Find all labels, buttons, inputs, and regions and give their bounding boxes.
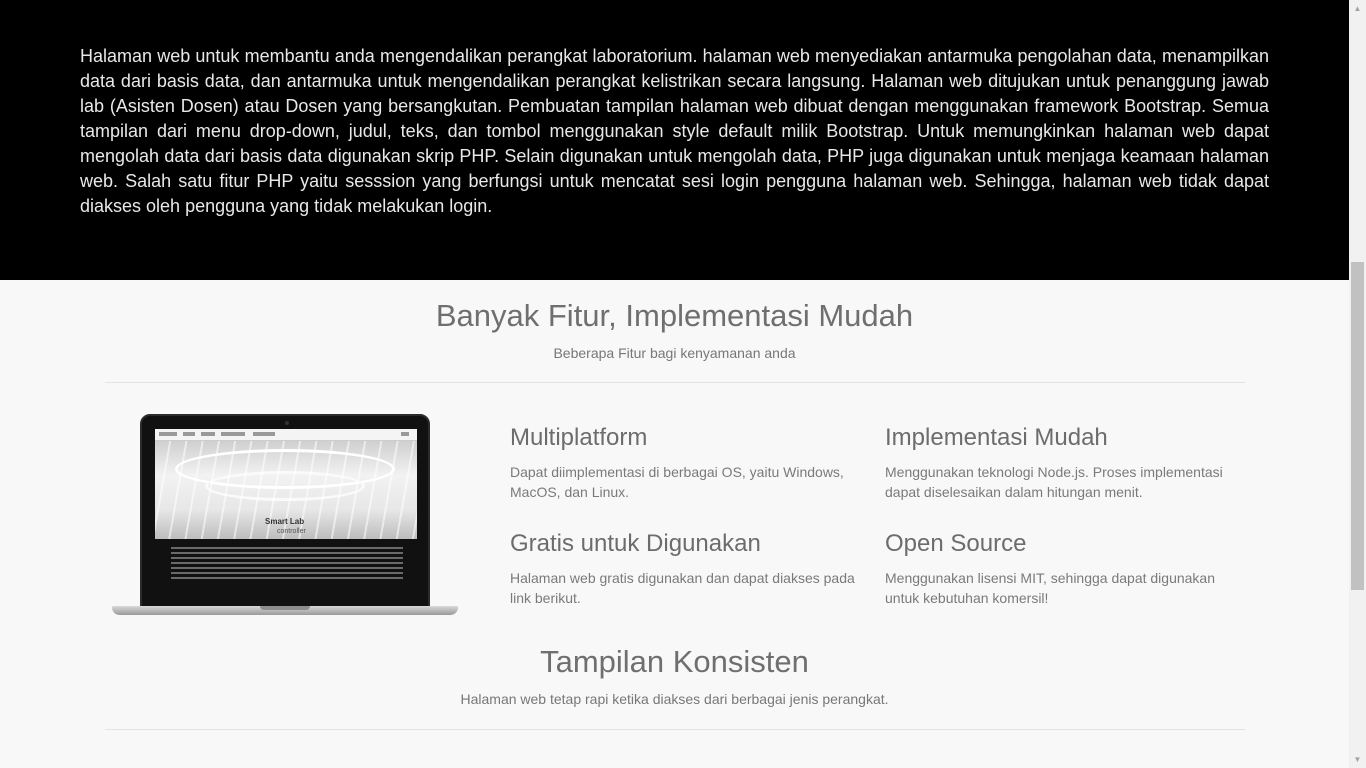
- laptop-mockup-image: Smart Lab controller: [112, 414, 458, 620]
- intro-paragraph: Halaman web untuk membantu anda mengenda…: [80, 46, 1269, 216]
- feature-title: Open Source: [885, 530, 1027, 557]
- feature-text: Menggunakan lisensi MIT, sehingga dapat …: [885, 570, 1216, 606]
- consistent-title: Tampilan Konsisten: [540, 644, 809, 679]
- scroll-up-icon[interactable]: ▲: [1349, 0, 1366, 17]
- consistent-divider: [105, 729, 1245, 730]
- intro-section: Halaman web untuk membantu anda mengenda…: [0, 0, 1349, 280]
- feature-implementasi-mudah: Implementasi Mudah Menggunakan teknologi…: [885, 424, 1235, 502]
- features-subtitle: Beberapa Fitur bagi kenyamanan anda: [553, 345, 796, 361]
- feature-gratis: Gratis untuk Digunakan Halaman web grati…: [510, 530, 860, 608]
- vertical-scrollbar[interactable]: ▲ ▼: [1349, 0, 1366, 768]
- feature-text: Halaman web gratis digunakan dan dapat d…: [510, 570, 855, 606]
- laptop-lid: Smart Lab controller: [140, 414, 430, 608]
- screen-title: Smart Lab: [265, 517, 305, 526]
- screen-text-block: [155, 539, 417, 595]
- feature-title: Implementasi Mudah: [885, 424, 1108, 451]
- feature-open-source: Open Source Menggunakan lisensi MIT, seh…: [885, 530, 1235, 608]
- feature-multiplatform: Multiplatform Dapat diimplementasi di be…: [510, 424, 860, 502]
- feature-title: Multiplatform: [510, 424, 648, 451]
- camera-icon: [285, 421, 289, 425]
- scrollbar-thumb[interactable]: [1351, 262, 1364, 590]
- screen-hero-image: Smart Lab controller: [155, 441, 417, 539]
- laptop-screen: Smart Lab controller: [155, 429, 417, 595]
- feature-text: Dapat diimplementasi di berbagai OS, yai…: [510, 464, 844, 500]
- feature-title: Gratis untuk Digunakan: [510, 530, 761, 557]
- consistent-subtitle: Halaman web tetap rapi ketika diakses da…: [460, 691, 889, 707]
- scroll-down-icon[interactable]: ▼: [1349, 751, 1366, 768]
- features-title: Banyak Fitur, Implementasi Mudah: [435, 298, 914, 333]
- feature-text: Menggunakan teknologi Node.js. Proses im…: [885, 464, 1223, 500]
- screen-navbar: [155, 429, 417, 441]
- features-divider: [105, 382, 1245, 383]
- laptop-notch: [260, 606, 310, 610]
- screen-subtitle: controller: [277, 528, 306, 535]
